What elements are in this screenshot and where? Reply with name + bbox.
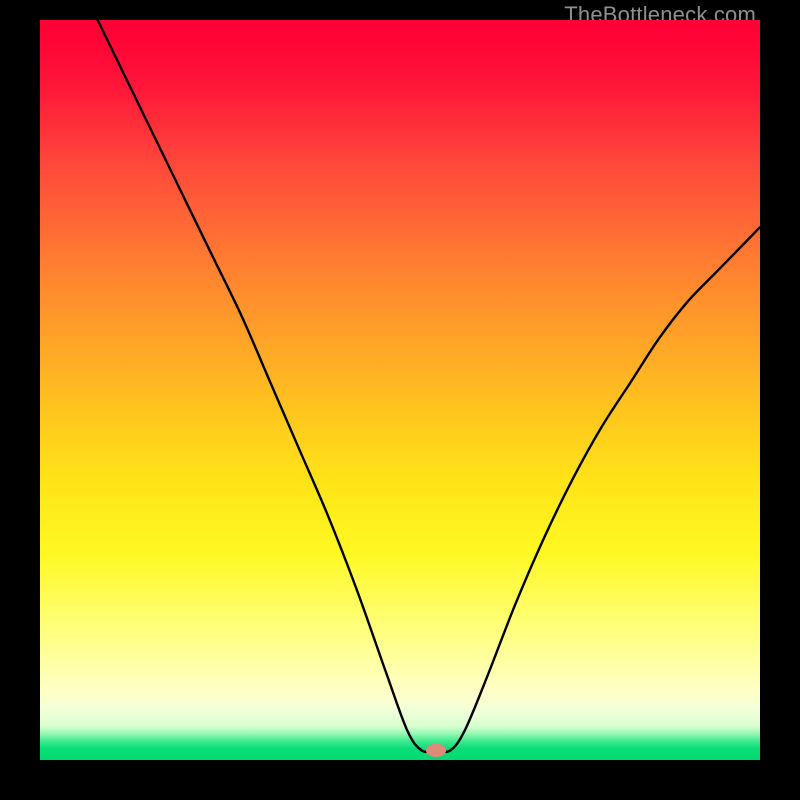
- bottleneck-curve-chart: [40, 20, 760, 760]
- minimum-marker: [426, 744, 446, 757]
- chart-frame: TheBottleneck.com: [0, 0, 800, 800]
- plot-area: [40, 20, 760, 760]
- gradient-background: [40, 20, 760, 760]
